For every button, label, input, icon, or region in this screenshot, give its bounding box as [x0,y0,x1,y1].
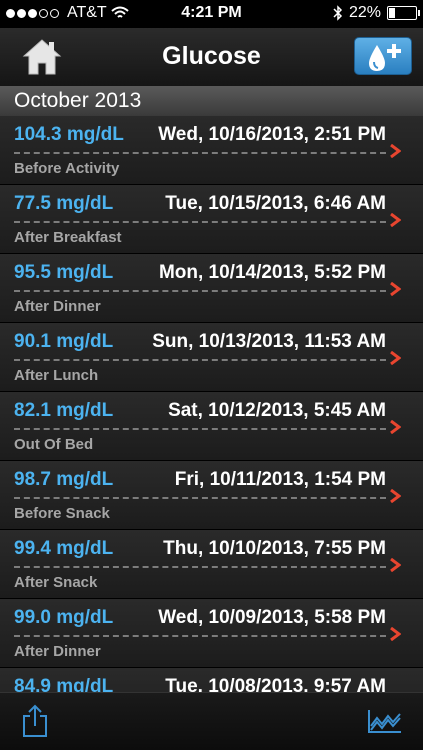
add-glucose-reading-icon [369,44,401,71]
navigation-bar: Glucose [0,28,423,86]
chevron-right-icon [390,420,401,434]
reading-value: 82.1 mg/dL [14,400,114,421]
row-divider [14,428,386,430]
row-divider [14,290,386,292]
reading-context: Before Snack [14,505,110,522]
reading-row[interactable]: 99.0 mg/dL Wed, 10/09/2013, 5:58 PM Afte… [0,599,423,668]
row-divider [14,152,386,154]
chevron-right-icon [390,213,401,227]
reading-row[interactable]: 90.1 mg/dL Sun, 10/13/2013, 11:53 AM Aft… [0,323,423,392]
reading-date: Sat, 10/12/2013, 5:45 AM [168,400,386,421]
status-bar: AT&T 4:21 PM 22% [0,0,423,28]
wifi-icon [111,6,129,18]
line-chart-icon [368,710,401,733]
reading-value: 99.4 mg/dL [14,538,114,559]
reading-value: 104.3 mg/dL [14,124,124,145]
signal-strength-icon [6,8,59,18]
row-divider [14,566,386,568]
reading-context: After Dinner [14,643,101,660]
row-divider [14,635,386,637]
home-icon [22,39,62,75]
reading-row[interactable]: 84.9 mg/dL Tue, 10/08/2013, 9:57 AM [0,668,423,692]
bottom-toolbar [0,692,423,750]
chart-button[interactable] [367,708,403,734]
reading-row[interactable]: 82.1 mg/dL Sat, 10/12/2013, 5:45 AM Out … [0,392,423,461]
reading-date: Sun, 10/13/2013, 11:53 AM [152,331,386,352]
status-left: AT&T [6,4,129,22]
chevron-right-icon [390,351,401,365]
reading-row[interactable]: 95.5 mg/dL Mon, 10/14/2013, 5:52 PM Afte… [0,254,423,323]
row-divider [14,359,386,361]
status-right: 22% [333,4,420,22]
chevron-right-icon [390,489,401,503]
reading-value: 95.5 mg/dL [14,262,114,283]
chevron-right-icon [390,627,401,641]
reading-row[interactable]: 104.3 mg/dL Wed, 10/16/2013, 2:51 PM Bef… [0,116,423,185]
add-reading-button[interactable] [354,37,412,75]
chevron-right-icon [390,282,401,296]
row-divider [14,497,386,499]
bluetooth-icon [333,5,343,21]
chevron-right-icon [390,144,401,158]
reading-date: Fri, 10/11/2013, 1:54 PM [174,469,386,490]
reading-row[interactable]: 98.7 mg/dL Fri, 10/11/2013, 1:54 PM Befo… [0,461,423,530]
carrier-name: AT&T [67,4,107,21]
readings-list[interactable]: 104.3 mg/dL Wed, 10/16/2013, 2:51 PM Bef… [0,116,423,692]
reading-date: Mon, 10/14/2013, 5:52 PM [158,262,386,283]
reading-row[interactable]: 99.4 mg/dL Thu, 10/10/2013, 7:55 PM Afte… [0,530,423,599]
share-button[interactable] [22,704,48,738]
reading-value: 98.7 mg/dL [14,469,114,490]
reading-context: Out Of Bed [14,436,94,453]
reading-date: Tue, 10/08/2013, 9:57 AM [165,676,386,692]
reading-value: 90.1 mg/dL [14,331,114,352]
section-header: October 2013 [0,86,423,116]
battery-fill [389,8,395,18]
reading-row[interactable]: 77.5 mg/dL Tue, 10/15/2013, 6:46 AM Afte… [0,185,423,254]
battery-percent: 22% [348,4,381,21]
battery-icon [387,6,420,20]
reading-context: Before Activity [14,160,120,177]
reading-context: After Lunch [14,367,99,384]
home-button[interactable] [22,38,62,76]
reading-context: After Snack [14,574,98,591]
reading-date: Wed, 10/16/2013, 2:51 PM [158,124,386,145]
reading-context: After Breakfast [14,229,122,246]
reading-value: 84.9 mg/dL [14,676,114,692]
row-divider [14,221,386,223]
share-icon [23,704,47,737]
reading-context: After Dinner [14,298,101,315]
reading-date: Tue, 10/15/2013, 6:46 AM [165,193,386,214]
chevron-right-icon [390,558,401,572]
reading-value: 99.0 mg/dL [14,607,114,628]
reading-date: Wed, 10/09/2013, 5:58 PM [158,607,386,628]
reading-value: 77.5 mg/dL [14,193,114,214]
reading-date: Thu, 10/10/2013, 7:55 PM [163,538,386,559]
